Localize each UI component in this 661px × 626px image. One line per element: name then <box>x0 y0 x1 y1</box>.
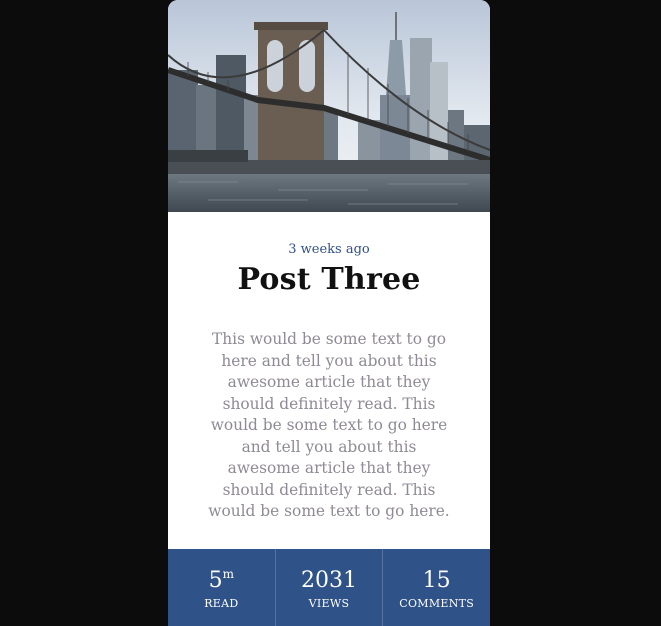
stat-read-time-label: READ <box>204 597 239 610</box>
stat-comments-label: COMMENTS <box>399 597 475 610</box>
stat-read-time-value: 5m <box>208 567 235 593</box>
stat-views: 2031 VIEWS <box>276 549 384 626</box>
post-card[interactable]: 3 weeks ago Post Three This would be som… <box>168 0 490 626</box>
post-title[interactable]: Post Three <box>168 262 490 297</box>
brooklyn-bridge-photo <box>168 0 490 212</box>
stat-comments[interactable]: 15 COMMENTS <box>383 549 490 626</box>
stat-comments-value: 15 <box>422 568 451 593</box>
post-body: 3 weeks ago Post Three This would be som… <box>168 212 490 549</box>
post-excerpt: This would be some text to go here and t… <box>208 330 450 520</box>
post-timestamp: 3 weeks ago <box>288 242 370 257</box>
stat-read-time-unit: m <box>222 567 235 581</box>
stat-read-time: 5m READ <box>168 549 276 626</box>
stat-views-value: 2031 <box>301 568 357 593</box>
stat-views-label: VIEWS <box>308 597 350 610</box>
post-stats-bar: 5m READ 2031 VIEWS 15 COMMENTS <box>168 549 490 626</box>
